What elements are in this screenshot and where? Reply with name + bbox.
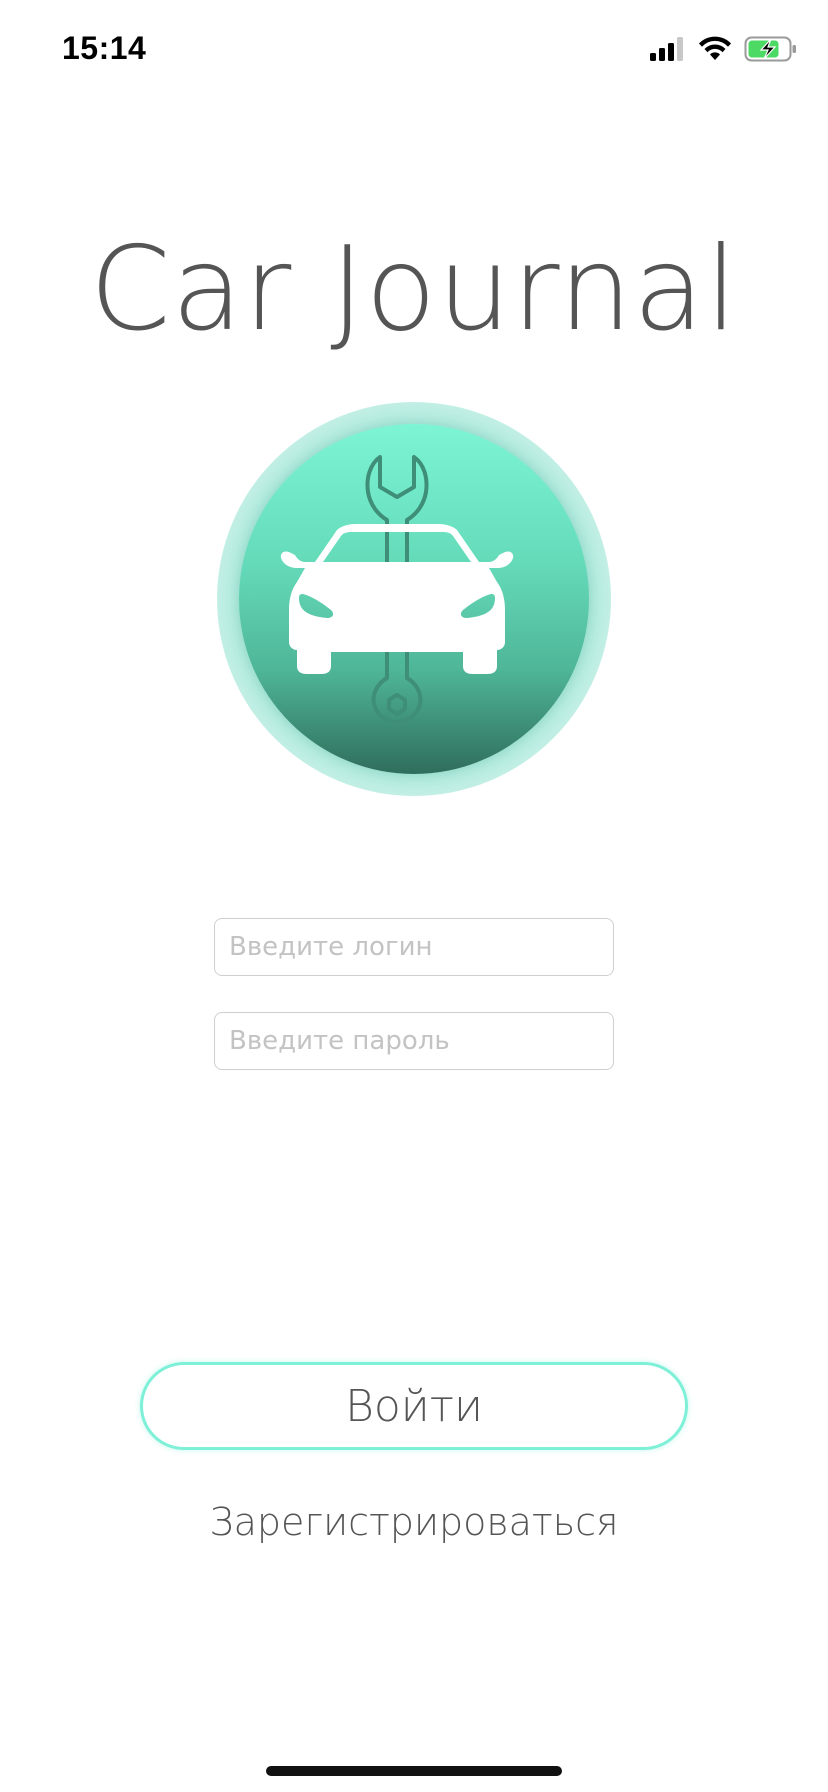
login-button-label: Войти xyxy=(345,1380,483,1432)
register-link[interactable]: Зарегистрироваться xyxy=(0,1500,828,1544)
login-button[interactable]: Войти xyxy=(140,1362,688,1450)
password-input[interactable] xyxy=(214,1012,614,1070)
home-indicator[interactable] xyxy=(266,1766,562,1776)
car-wrench-icon xyxy=(280,455,514,724)
cellular-signal-icon xyxy=(650,37,683,61)
login-input[interactable] xyxy=(214,918,614,976)
status-icons xyxy=(650,34,798,64)
battery-charging-icon xyxy=(744,36,796,62)
register-link-label: Зарегистрироваться xyxy=(209,1500,619,1544)
app-logo xyxy=(217,402,611,796)
car-icon xyxy=(280,524,514,674)
app-title: Car Journal xyxy=(89,222,739,357)
status-bar: 15:14 xyxy=(0,0,828,100)
wifi-icon xyxy=(699,36,731,60)
status-time: 15:14 xyxy=(62,30,147,66)
